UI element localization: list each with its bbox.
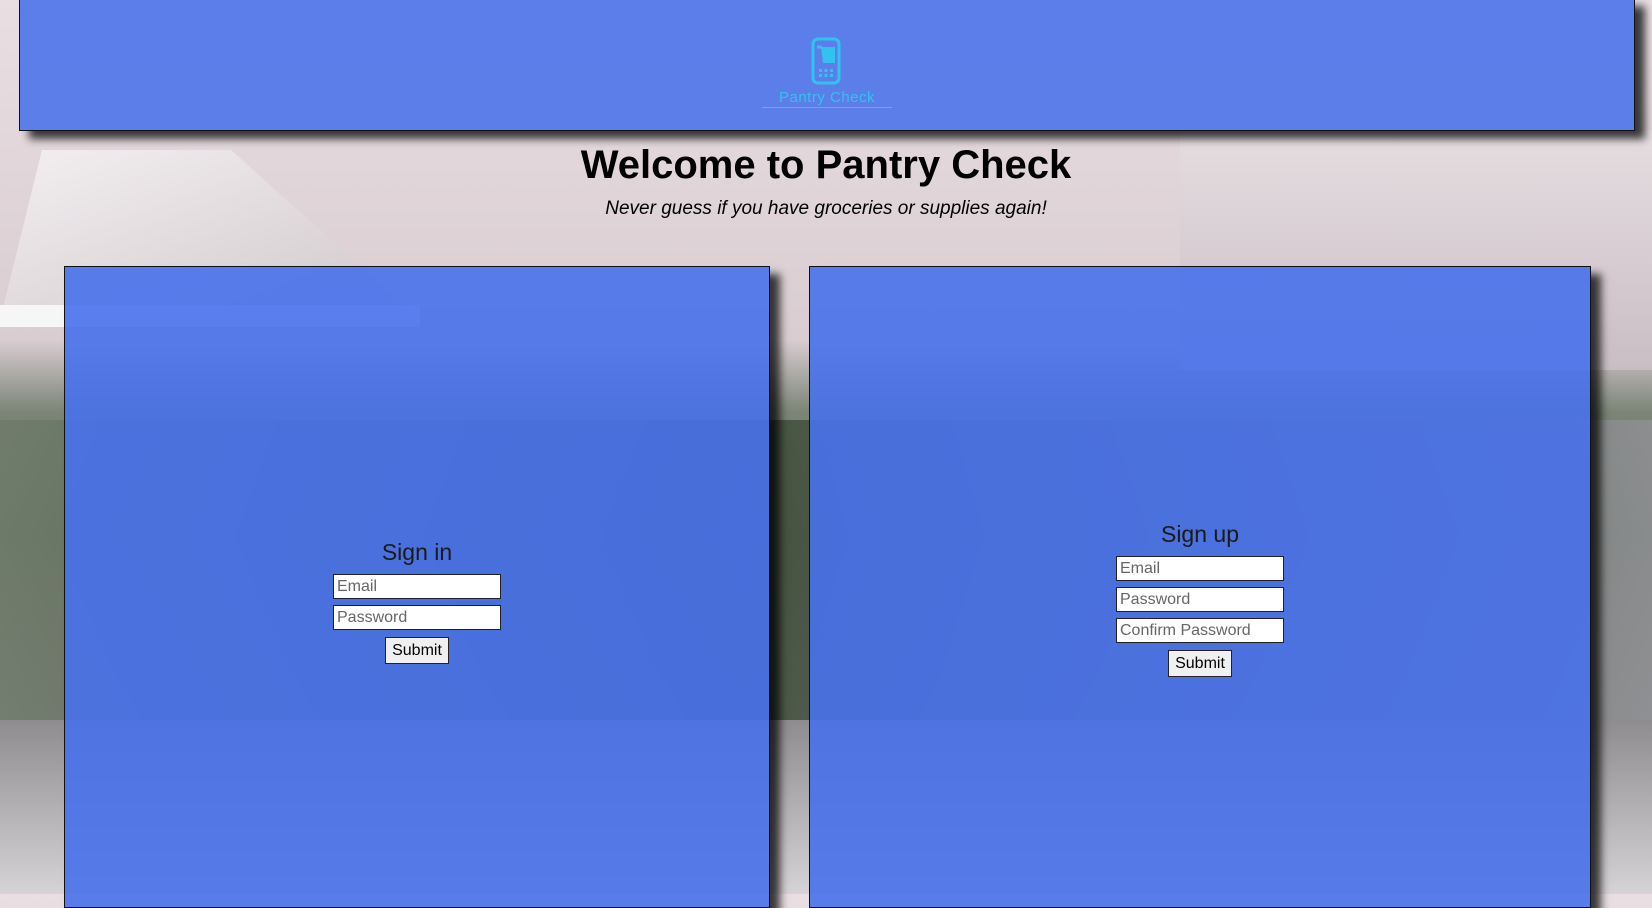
- signup-heading: Sign up: [1160, 521, 1239, 547]
- logo-text: Pantry Check: [762, 89, 892, 108]
- signup-panel: Sign up Submit: [809, 266, 1591, 908]
- signup-submit-button[interactable]: Submit: [1168, 650, 1232, 677]
- phone-cart-icon: [811, 37, 841, 85]
- signin-password-input[interactable]: [333, 605, 501, 630]
- signin-email-input[interactable]: [333, 574, 501, 599]
- signin-form: Sign in Submit: [333, 539, 501, 664]
- page-subtitle: Never guess if you have groceries or sup…: [605, 198, 1047, 219]
- signup-password-input[interactable]: [1116, 587, 1284, 612]
- signup-form: Sign up Submit: [1116, 521, 1284, 677]
- logo-link[interactable]: Pantry Check: [762, 37, 892, 108]
- signup-confirm-password-input[interactable]: [1116, 618, 1284, 643]
- page-title: Welcome to Pantry Check: [580, 143, 1072, 187]
- signup-email-input[interactable]: [1116, 556, 1284, 581]
- signin-heading: Sign in: [381, 539, 453, 565]
- signin-panel: Sign in Submit: [64, 266, 770, 908]
- site-header: Pantry Check: [19, 0, 1635, 131]
- signin-submit-button[interactable]: Submit: [385, 637, 449, 664]
